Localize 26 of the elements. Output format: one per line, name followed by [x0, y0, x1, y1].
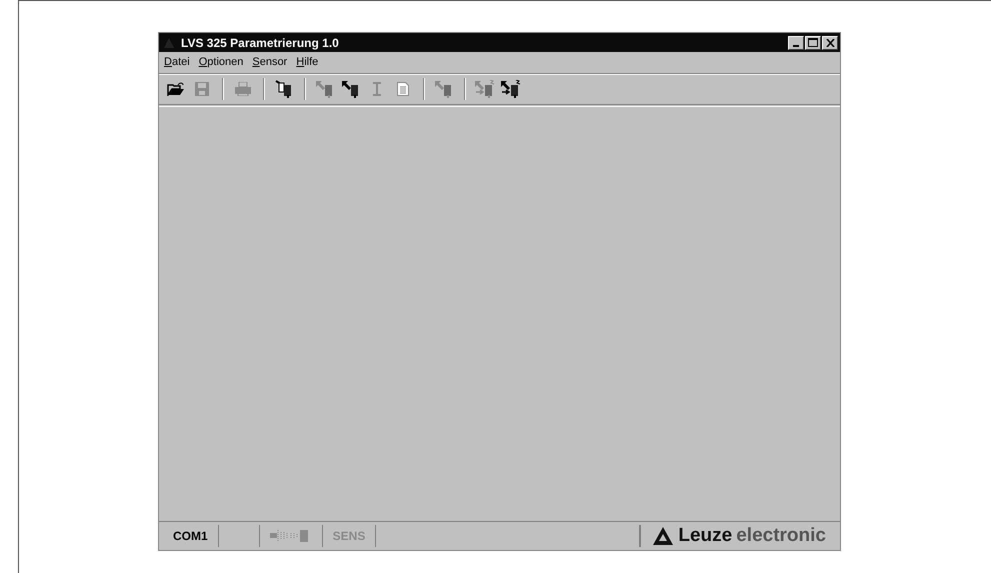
minimize-button[interactable] [788, 36, 804, 50]
toolbar-button[interactable] [500, 78, 522, 100]
minimize-icon [793, 44, 799, 46]
logo-brand: Leuze [678, 525, 732, 547]
window-title: LVS 325 Parametrierung 1.0 [181, 36, 340, 50]
sensor-icon [275, 80, 293, 98]
close-button[interactable] [822, 36, 838, 50]
menu-item[interactable]: Sensor [252, 56, 288, 68]
menu-item[interactable]: Hilfe [296, 56, 318, 68]
folder-icon [167, 82, 185, 96]
logo-icon [653, 527, 674, 545]
port-label: COM1 [173, 529, 208, 543]
sensor-arrow-icon [434, 80, 454, 98]
printer-icon [235, 82, 251, 96]
sensor-arrow-icon [315, 80, 335, 98]
menu-item[interactable]: Datei [164, 56, 190, 68]
menu-item[interactable]: Optionen [198, 56, 244, 68]
logo-suffix: electronic [736, 525, 826, 547]
maximize-icon [808, 38, 818, 47]
document-icon [397, 82, 409, 96]
text-cursor-icon [372, 82, 382, 96]
sensor-exchange-icon [500, 80, 522, 98]
maximize-button[interactable] [805, 36, 821, 50]
close-icon [826, 38, 834, 46]
sensor-exchange-icon [474, 80, 496, 98]
sensor-arrow-icon [341, 80, 361, 98]
